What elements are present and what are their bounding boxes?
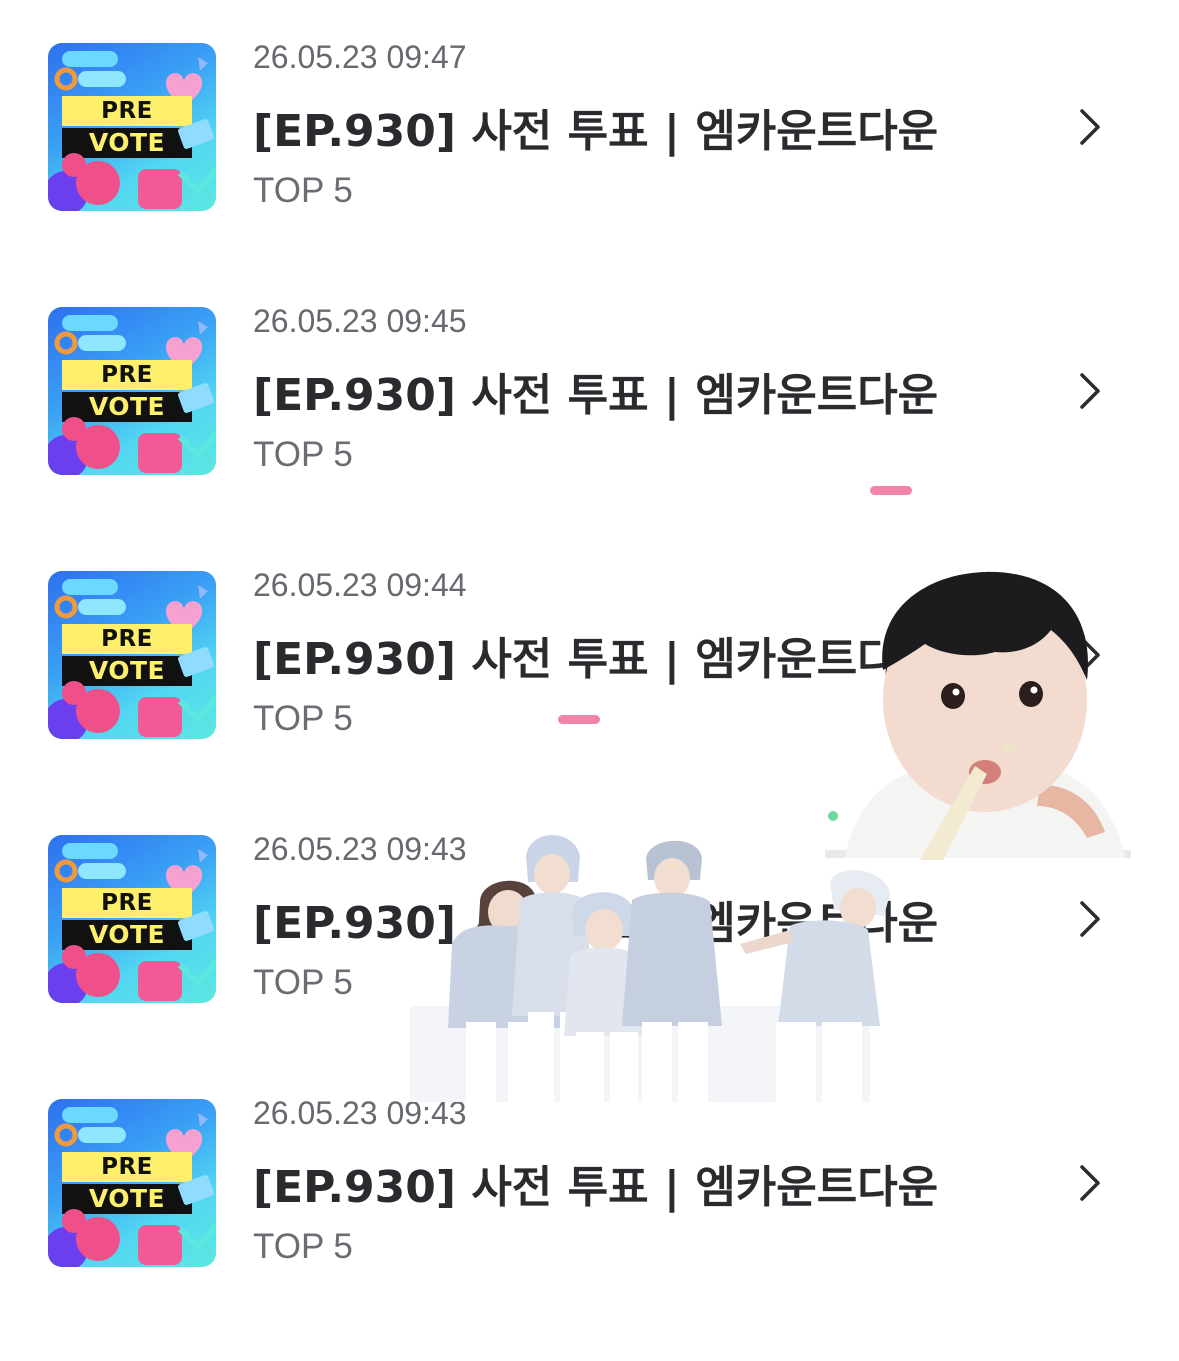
thumbnail-vote-label: VOTE xyxy=(88,128,166,157)
pink-highlight-mark xyxy=(558,715,600,724)
item-date: 26.05.23 09:45 xyxy=(253,303,467,339)
chevron-right-icon[interactable] xyxy=(1074,107,1104,147)
item-subtitle: TOP 5 xyxy=(253,171,353,210)
item-subtitle: TOP 5 xyxy=(253,1227,353,1266)
pink-highlight-mark xyxy=(870,486,912,495)
list-item[interactable]: PRE VOTE 26.05.23 09:45 [EP.930] 사전 투표 |… xyxy=(0,303,1179,507)
chevron-right-icon[interactable] xyxy=(1074,899,1104,939)
list-item[interactable]: PRE VOTE 26.05.23 09:43 [EP.930] 사전 투표 |… xyxy=(0,1095,1179,1299)
pre-vote-thumbnail: PRE VOTE xyxy=(48,307,216,475)
group-photo-sticker xyxy=(410,835,890,1102)
pre-vote-thumbnail: PRE VOTE xyxy=(48,571,216,739)
chevron-right-icon[interactable] xyxy=(1074,371,1104,411)
thumbnail-vote-label: VOTE xyxy=(88,392,166,421)
item-date: 26.05.23 09:44 xyxy=(253,567,467,603)
thumbnail-pre-label: PRE xyxy=(101,98,153,124)
thumbnail-art xyxy=(48,1107,216,1267)
thumbnail-pre-label: PRE xyxy=(101,626,153,652)
item-title: [EP.930] 사전 투표 | 엠카운트다운 xyxy=(253,1162,939,1213)
thumbnail-pre-label: PRE xyxy=(101,362,153,388)
thumbnail-pre-label: PRE xyxy=(101,1154,153,1180)
pre-vote-thumbnail: PRE VOTE xyxy=(48,1099,216,1267)
list-item[interactable]: PRE VOTE 26.05.23 09:47 [EP.930] 사전 투표 |… xyxy=(0,39,1179,243)
pre-vote-thumbnail: PRE VOTE xyxy=(48,835,216,1003)
thumbnail-art xyxy=(48,315,216,475)
thumbnail-art xyxy=(48,579,216,739)
pre-vote-thumbnail: PRE VOTE xyxy=(48,43,216,211)
thumbnail-pre-label: PRE xyxy=(101,890,153,916)
thumbnail-vote-label: VOTE xyxy=(88,1184,166,1213)
item-subtitle: TOP 5 xyxy=(253,963,353,1002)
item-subtitle: TOP 5 xyxy=(253,699,353,738)
item-date: 26.05.23 09:47 xyxy=(253,39,467,75)
thumbnail-vote-label: VOTE xyxy=(88,656,166,685)
baby-sticker xyxy=(825,571,1131,860)
item-title: [EP.930] 사전 투표 | 엠카운트다운 xyxy=(253,106,939,157)
item-subtitle: TOP 5 xyxy=(253,435,353,474)
thumbnail-art xyxy=(48,51,216,211)
chevron-right-icon[interactable] xyxy=(1074,1163,1104,1203)
thumbnail-vote-label: VOTE xyxy=(88,920,166,949)
thumbnail-art xyxy=(48,843,216,1003)
item-title: [EP.930] 사전 투표 | 엠카운트다운 xyxy=(253,370,939,421)
